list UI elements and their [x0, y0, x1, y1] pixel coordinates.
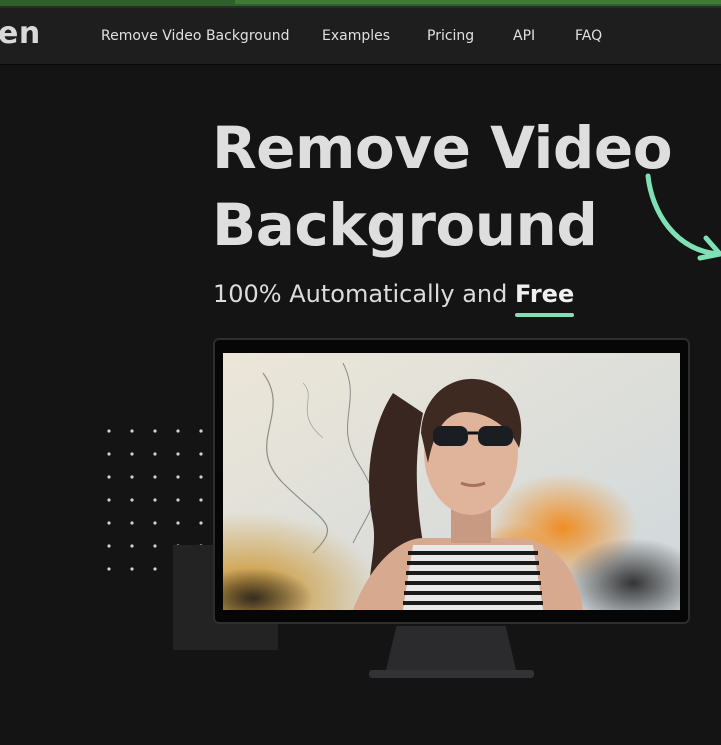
video-frame-illustration — [223, 353, 680, 610]
curved-arrow-icon — [645, 173, 721, 261]
monitor-frame — [213, 338, 690, 624]
nav-pricing[interactable]: Pricing — [427, 28, 474, 44]
nav-api[interactable]: API — [513, 28, 535, 44]
monitor-stand-base — [369, 670, 534, 678]
nav-examples[interactable]: Examples — [322, 28, 390, 44]
video-preview[interactable] — [223, 353, 680, 610]
browser-top-strip — [0, 0, 721, 8]
monitor-stand-neck — [386, 626, 516, 670]
hero-subtitle: 100% Automatically and Free — [213, 280, 574, 308]
site-logo[interactable]: en — [0, 16, 41, 51]
top-navbar: en Remove Video Background Examples Pric… — [0, 8, 721, 64]
subtitle-prefix: 100% Automatically and — [213, 280, 515, 308]
nav-remove-video-background[interactable]: Remove Video Background — [101, 28, 289, 44]
subtitle-free-emphasis: Free — [514, 280, 575, 308]
nav-faq[interactable]: FAQ — [575, 28, 602, 44]
